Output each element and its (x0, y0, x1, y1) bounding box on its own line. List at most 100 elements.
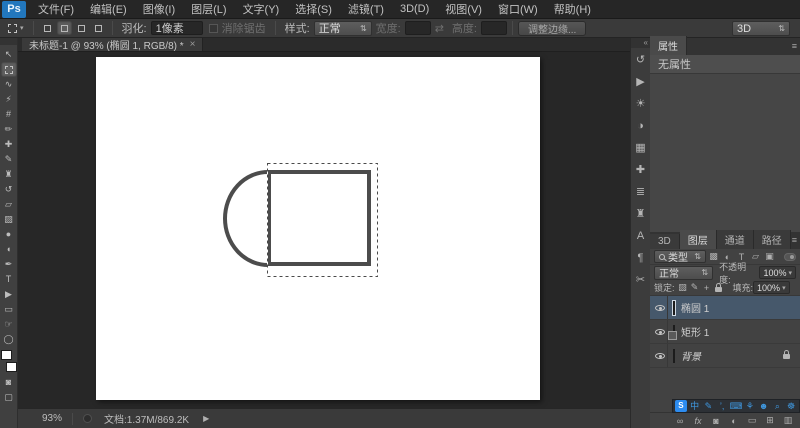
tool-preset-picker[interactable]: ▾ (4, 23, 28, 33)
filter-type-dropdown[interactable]: 类型 ⇅ (654, 250, 706, 264)
menu-item-4[interactable]: 文字(Y) (235, 0, 288, 19)
link-layers-icon[interactable]: ∞ (674, 416, 686, 426)
layer-name[interactable]: 背景 (681, 348, 701, 363)
layer-row-2[interactable]: 背景 (650, 344, 800, 368)
zoom-tool[interactable]: ◯ (1, 332, 17, 347)
ime-keyboard-icon[interactable]: ⌨ (730, 400, 743, 412)
lock-position-icon[interactable]: + (701, 282, 713, 294)
menu-item-3[interactable]: 图层(L) (183, 0, 234, 19)
hand-tool[interactable]: ☞ (1, 317, 17, 332)
clone-source-panel-icon[interactable]: ▦ (632, 139, 650, 156)
antialias-checkbox[interactable] (208, 23, 218, 33)
foreground-color-swatch[interactable] (0, 350, 12, 360)
panel-menu-icon[interactable]: ≡ (792, 41, 797, 51)
move-tool[interactable]: ↖ (1, 47, 17, 62)
filter-toggle[interactable] (784, 252, 796, 261)
selection-add-button[interactable] (56, 21, 72, 35)
menu-item-9[interactable]: 窗口(W) (490, 0, 546, 19)
tool-presets-panel-icon[interactable]: ♜ (632, 205, 650, 222)
lasso-tool[interactable]: ∿ (1, 77, 17, 92)
layer-style-icon[interactable]: fx (692, 416, 704, 426)
opacity-field[interactable]: 100% ▾ (759, 266, 796, 279)
lock-paint-icon[interactable]: ✎ (689, 282, 701, 294)
layer-thumbnail[interactable] (672, 299, 676, 316)
dodge-tool[interactable]: ◖ (1, 242, 17, 257)
style-dropdown[interactable]: 正常 ⇅ (313, 20, 372, 36)
clone-stamp-tool[interactable]: ♜ (1, 167, 17, 182)
quick-selection-tool[interactable]: ⚡ (1, 92, 17, 107)
history-brush-tool[interactable]: ↺ (1, 182, 17, 197)
ime-logo-icon[interactable]: S (675, 400, 687, 412)
paragraph-panel-icon[interactable]: ¶ (632, 249, 650, 266)
character-panel-icon[interactable]: A (632, 227, 650, 244)
crop-tool[interactable]: # (1, 107, 17, 122)
layer-name[interactable]: 矩形 1 (681, 324, 709, 339)
selection-new-button[interactable] (40, 21, 55, 35)
tab-properties[interactable]: 属性 (650, 36, 687, 55)
menu-item-6[interactable]: 滤镜(T) (340, 0, 392, 19)
toolbar-grip[interactable] (0, 38, 17, 45)
ime-punctuation-icon[interactable]: ’, (716, 400, 728, 412)
history-panel-icon[interactable]: ↺ (632, 51, 650, 68)
workspace-dropdown[interactable]: 3D ⇅ (732, 21, 790, 36)
shape-tool[interactable]: ▭ (1, 302, 17, 317)
brush-presets-panel-icon[interactable]: ≣ (632, 183, 650, 200)
fill-field[interactable]: 100% ▾ (753, 281, 790, 294)
new-adjustment-layer-icon[interactable]: ◐ (728, 416, 740, 426)
menu-item-10[interactable]: 帮助(H) (546, 0, 599, 19)
visibility-cell[interactable] (652, 296, 668, 319)
styles-panel-icon[interactable]: ◑ (632, 117, 650, 134)
delete-layer-icon[interactable]: ▥ (782, 415, 794, 426)
selection-intersect-button[interactable] (91, 21, 106, 35)
visibility-cell[interactable] (652, 320, 668, 343)
tab-layers[interactable]: 图层 (679, 230, 717, 249)
filter-smart-object-icon[interactable]: ▣ (763, 250, 776, 263)
menu-item-0[interactable]: 文件(F) (30, 0, 82, 19)
blur-tool[interactable]: ● (1, 227, 17, 242)
status-expand-icon[interactable]: ▶ (203, 414, 209, 423)
screen-mode-button[interactable]: ▢ (1, 390, 17, 405)
filter-pixel-icon[interactable]: ▩ (707, 250, 720, 263)
path-selection-tool[interactable]: ▶ (1, 287, 17, 302)
layer-thumbnail[interactable] (668, 324, 677, 340)
brush-tool[interactable]: ✎ (1, 152, 17, 167)
ime-skin-icon[interactable]: ⚘ (744, 400, 756, 412)
selection-subtract-button[interactable] (74, 21, 89, 35)
ime-account-icon[interactable]: ☻ (758, 400, 770, 412)
refine-edge-button[interactable]: 调整边缘... (517, 20, 587, 36)
ps-logo[interactable]: Ps (2, 0, 26, 18)
panel-menu-icon[interactable]: ≡ (792, 235, 797, 245)
adjustments-panel-icon[interactable]: ☀ (632, 95, 650, 112)
width-input[interactable] (404, 21, 431, 35)
tab-3d[interactable]: 3D (650, 234, 680, 249)
layer-row-0[interactable]: 椭圆 1 (650, 296, 800, 320)
eyedropper-tool[interactable]: ✏ (1, 122, 17, 137)
feather-input[interactable]: 1像素 (150, 21, 203, 35)
visibility-cell[interactable] (652, 344, 668, 367)
menu-item-7[interactable]: 3D(D) (392, 0, 437, 19)
tab-paths[interactable]: 路径 (753, 230, 791, 249)
rectangular-marquee-tool[interactable] (0, 62, 17, 77)
eraser-tool[interactable]: ▱ (1, 197, 17, 212)
layer-name[interactable]: 椭圆 1 (681, 300, 709, 315)
layer-thumbnail[interactable] (673, 348, 675, 363)
menu-item-2[interactable]: 图像(I) (135, 0, 183, 19)
color-swatches[interactable] (0, 350, 17, 372)
collapse-dock-icon[interactable]: « (631, 38, 650, 48)
ime-search-icon[interactable]: ⌕ (772, 400, 784, 412)
quick-mask-button[interactable]: ◙ (1, 375, 17, 390)
blend-mode-dropdown[interactable]: 正常 ⇅ (654, 265, 714, 280)
layer-row-1[interactable]: 矩形 1 (650, 320, 800, 344)
background-color-swatch[interactable] (5, 362, 17, 372)
zoom-level-field[interactable]: 93% (42, 413, 62, 424)
actions-panel-icon[interactable]: ▶ (632, 73, 650, 90)
height-input[interactable] (480, 21, 507, 35)
measurement-panel-icon[interactable]: ✂ (632, 271, 650, 288)
brush-panel-icon[interactable]: ✚ (632, 161, 650, 178)
close-tab-icon[interactable]: × (190, 39, 196, 50)
add-layer-mask-icon[interactable]: ◙ (710, 416, 722, 426)
menu-item-8[interactable]: 视图(V) (437, 0, 490, 19)
ime-language-icon[interactable]: 中 (689, 400, 701, 412)
tab-channels[interactable]: 通道 (716, 230, 754, 249)
ime-settings-icon[interactable]: ☸ (785, 400, 797, 412)
